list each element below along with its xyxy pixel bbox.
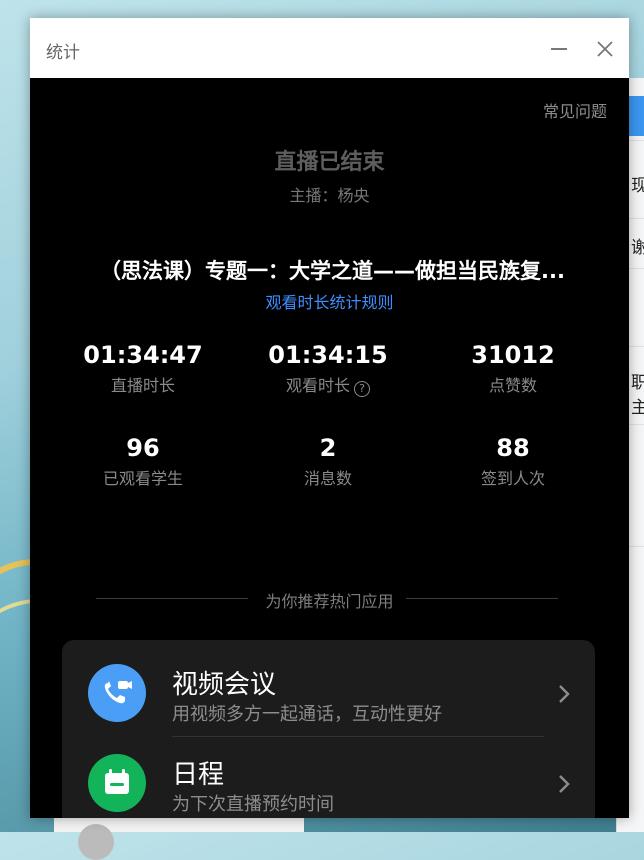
app-item-video-meeting[interactable]: 视频会议 用视频多方一起通话，互动性更好 [62, 650, 595, 740]
app-item-schedule[interactable]: 日程 为下次直播预约时间 [62, 740, 595, 818]
close-icon [597, 41, 613, 57]
stat-live-duration: 01:34:47 直播时长 [43, 340, 243, 396]
stat-label: 消息数 [303, 469, 352, 488]
stat-label: 点赞数 [488, 376, 537, 395]
recommended-apps-card: 视频会议 用视频多方一起通话，互动性更好 日程 为下次直播预约时间 [62, 640, 595, 818]
statistics-content: 常见问题 直播已结束 主播：杨央 （思法课）专题一：大学之道——做担当民族复..… [30, 78, 629, 818]
minimize-icon [551, 48, 567, 50]
background-text: 谢 [631, 238, 644, 258]
chevron-right-icon [559, 775, 570, 793]
stat-label: 签到人次 [480, 469, 545, 488]
chevron-right-icon [559, 685, 570, 703]
app-name: 视频会议 [172, 670, 277, 700]
stat-value: 31012 [471, 341, 555, 369]
stat-value: 96 [126, 434, 160, 462]
help-circle-icon[interactable]: ? [354, 381, 370, 397]
stat-messages: 2 消息数 [228, 433, 428, 489]
close-button[interactable] [593, 38, 617, 60]
host-name: 主播：杨央 [289, 186, 370, 205]
stat-label: 直播时长 [110, 376, 175, 395]
divider [406, 598, 558, 599]
stat-checkins: 88 签到人次 [413, 433, 613, 489]
avatar [78, 824, 114, 860]
calendar-icon [88, 754, 146, 812]
stat-value: 01:34:47 [83, 341, 203, 369]
stat-watched-students: 96 已观看学生 [43, 433, 243, 489]
window-title: 统计 [46, 43, 80, 63]
watch-time-rules-link[interactable]: 观看时长统计规则 [30, 289, 629, 313]
minimize-button[interactable] [549, 40, 569, 56]
title-bar: 统计 [30, 18, 629, 78]
app-name: 日程 [172, 760, 225, 790]
statistics-dialog: 统计 常见问题 直播已结束 主播：杨央 （思法课）专题一：大学之道——做担当民族… [30, 18, 629, 818]
recommend-title: 为你推荐热门应用 [265, 592, 394, 611]
stat-label: 观看时长 [285, 376, 350, 395]
faq-link[interactable]: 常见问题 [543, 98, 607, 122]
divider [172, 736, 544, 737]
video-call-icon [88, 664, 146, 722]
stat-value: 88 [496, 434, 530, 462]
background-text: 职 [631, 373, 644, 393]
app-description: 为下次直播预约时间 [172, 794, 334, 815]
stat-value: 01:34:15 [268, 341, 388, 369]
stat-label: 已观看学生 [102, 469, 183, 488]
background-panel [54, 818, 304, 860]
stat-likes: 31012 点赞数 [413, 340, 613, 396]
background-text: 现 [631, 176, 644, 196]
course-title: （思法课）专题一：大学之道——做担当民族复... [100, 259, 565, 283]
stat-value: 2 [319, 434, 337, 462]
app-description: 用视频多方一起通话，互动性更好 [172, 704, 442, 725]
live-ended-status: 直播已结束 [274, 150, 385, 175]
background-text: 主 [631, 398, 644, 418]
stat-watch-duration: 01:34:15 观看时长? [228, 340, 428, 397]
